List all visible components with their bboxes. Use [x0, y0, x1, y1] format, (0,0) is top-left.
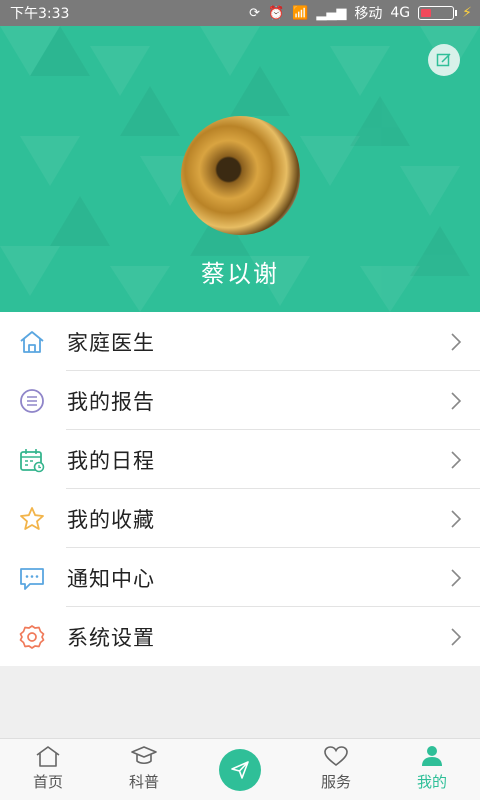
nav-item-home[interactable]: 首页 — [0, 739, 96, 800]
network-label: 4G — [390, 5, 411, 21]
nav-item-send[interactable] — [192, 739, 288, 800]
menu-item-label: 通知中心 — [67, 566, 155, 591]
status-bar: 下午3:33 ⟳ ⏰ 📶 ▂▄▆ 移动 4G ⚡ — [0, 0, 480, 26]
nav-item-science[interactable]: 科普 — [96, 739, 192, 800]
message-icon — [20, 568, 44, 590]
nav-item-services[interactable]: 服务 — [288, 739, 384, 800]
nav-label: 服务 — [320, 773, 351, 791]
edit-profile-button[interactable] — [428, 44, 460, 76]
edit-icon — [436, 53, 451, 67]
send-button[interactable] — [219, 749, 261, 791]
menu-item-my-favorites[interactable]: 我的收藏 — [0, 489, 480, 548]
settings-icon — [19, 625, 45, 649]
sync-off-icon: ⟳ — [249, 5, 261, 21]
graduation-cap-icon — [131, 746, 157, 765]
home-icon — [20, 331, 44, 353]
send-icon — [231, 761, 249, 779]
nav-label: 首页 — [32, 773, 63, 791]
signal-icon: ▂▄▆ — [316, 5, 347, 21]
nav-label: 我的 — [416, 773, 447, 791]
report-icon — [20, 389, 44, 413]
menu-item-label: 系统设置 — [67, 625, 155, 650]
chevron-right-icon — [451, 628, 462, 646]
menu-item-label: 我的报告 — [67, 389, 155, 414]
menu-item-system-settings[interactable]: 系统设置 — [0, 607, 480, 666]
avatar[interactable] — [181, 116, 300, 235]
carrier-label: 移动 — [354, 6, 383, 22]
chevron-right-icon — [451, 569, 462, 587]
star-icon — [20, 507, 44, 530]
status-time: 下午3:33 — [10, 6, 70, 22]
chevron-right-icon — [451, 510, 462, 528]
status-icons: ⟳ ⏰ 📶 ▂▄▆ 移动 4G ⚡ — [249, 3, 472, 23]
charging-icon: ⚡ — [462, 5, 472, 21]
menu-item-family-doctor[interactable]: 家庭医生 — [0, 312, 480, 371]
chevron-right-icon — [451, 451, 462, 469]
calendar-icon — [20, 449, 45, 473]
bottom-nav: 首页 科普 服务 我的 — [0, 738, 480, 800]
wifi-icon: 📶 — [292, 5, 309, 21]
menu-item-my-schedule[interactable]: 我的日程 — [0, 430, 480, 489]
home-icon — [36, 746, 60, 767]
profile-header: 蔡以谢 — [0, 26, 480, 312]
battery-icon — [418, 6, 458, 20]
profile-menu: 家庭医生 我的报告 我的日程 我的收藏 通知中心 系统设置 — [0, 312, 480, 666]
alarm-icon: ⏰ — [268, 5, 285, 21]
menu-item-my-reports[interactable]: 我的报告 — [0, 371, 480, 430]
nav-label: 科普 — [128, 773, 159, 791]
username: 蔡以谢 — [201, 260, 279, 288]
menu-item-notification-center[interactable]: 通知中心 — [0, 548, 480, 607]
user-icon — [422, 746, 442, 766]
chevron-right-icon — [451, 392, 462, 410]
menu-item-label: 家庭医生 — [67, 330, 155, 355]
menu-item-label: 我的收藏 — [67, 507, 155, 532]
heart-icon — [324, 746, 348, 767]
nav-item-mine[interactable]: 我的 — [384, 739, 480, 800]
menu-item-label: 我的日程 — [67, 448, 155, 473]
chevron-right-icon — [451, 333, 462, 351]
